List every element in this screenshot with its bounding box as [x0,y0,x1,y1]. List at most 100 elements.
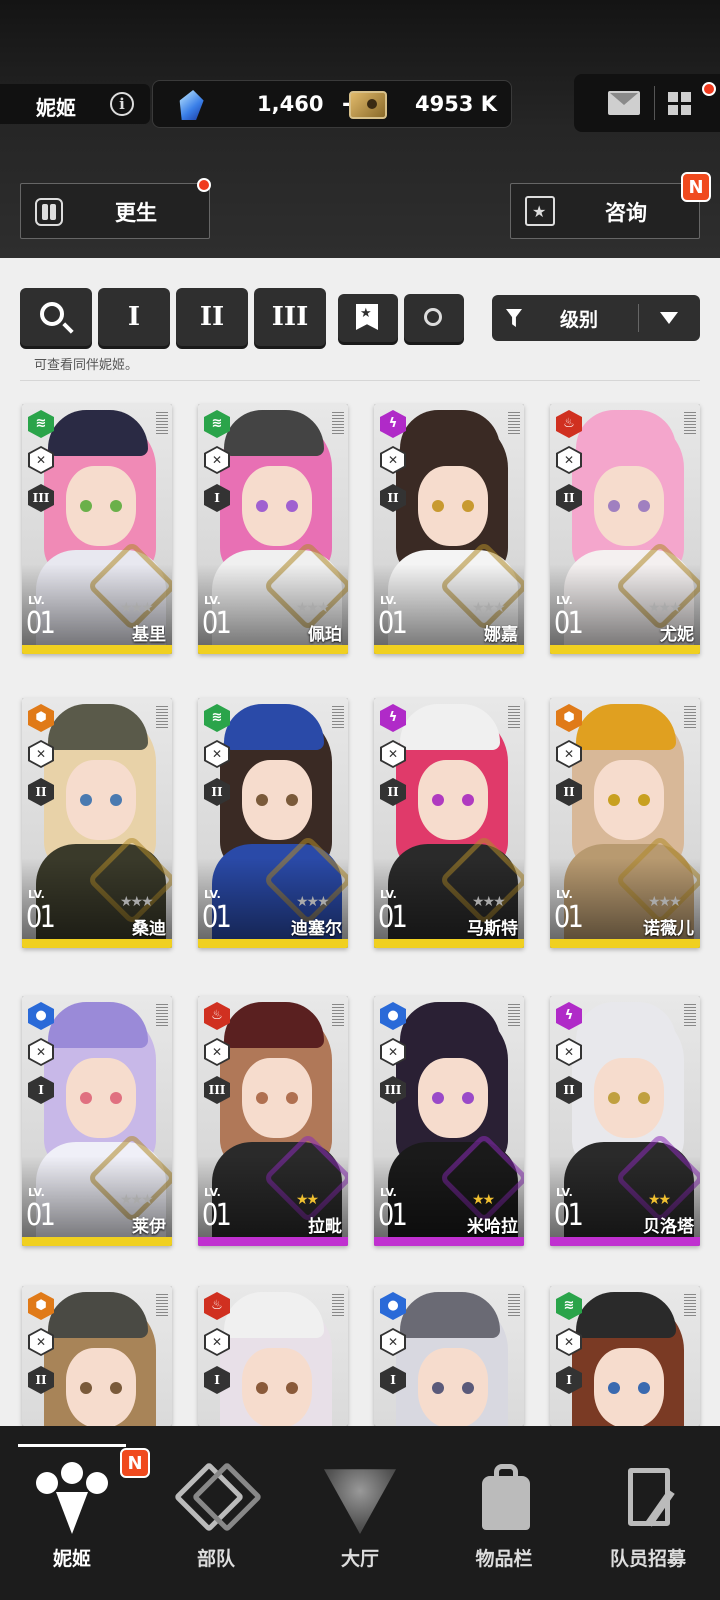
mail-icon[interactable] [608,91,640,115]
star-rating: ★★ [648,1192,671,1208]
nav-label: 大厅 [340,1548,379,1570]
rarity-bar [550,645,700,654]
gem-count: 1,460 [257,92,324,116]
favorite-filter-button[interactable] [338,294,398,342]
new-badge: N [681,172,711,202]
currency-bar: 1,460 + 4953 K [152,80,512,128]
inventory-icon [468,1462,540,1534]
barcode-icon [156,412,168,434]
character-card[interactable]: ≋ ✕ I ★★★ LV. 01 佩珀 [198,404,348,654]
character-card[interactable]: ⬢ ✕ II ★★★ LV. 01 桑迪 [22,698,172,948]
menu-grid-icon[interactable] [668,92,692,116]
character-card[interactable]: ♨ ✕ II ★★★ LV. 01 尤妮 [550,404,700,654]
top-right-menu [574,74,720,132]
hint-text: 可查看同伴妮姬。 [34,358,139,373]
credit-count: 4953 K [414,92,497,116]
level-value: 01 [26,606,56,641]
character-name: 迪塞尔 [291,919,342,939]
consult-label: 咨询 [605,201,647,225]
rarity-bar [22,645,172,654]
filter-funnel-icon [506,309,522,327]
page-title-tag: 妮姬 i [0,84,150,124]
rarity-bar [198,939,348,948]
rarity-bar [374,1237,524,1246]
recruit-icon [612,1462,684,1534]
barcode-icon [684,412,696,434]
character-name: 诺薇儿 [643,919,694,939]
character-card[interactable]: ♨ ✕ III ★★ LV. 01 拉毗 [198,996,348,1246]
character-card[interactable]: ≋ ✕ II ★★★ LV. 01 迪塞尔 [198,698,348,948]
barcode-icon [332,1004,344,1026]
bottom-nav: N 妮姬 部队 大厅 物品栏 队员招募 [0,1426,720,1600]
character-card[interactable]: ≋ ✕ III ★★★ LV. 01 基里 [22,404,172,654]
search-icon [40,302,64,326]
star-rating: ★★★ [296,894,330,910]
character-card[interactable]: ● ✕ III ★★ LV. 01 米哈拉 [374,996,524,1246]
rarity-bar [198,1237,348,1246]
filter-burst-2[interactable]: II [176,288,248,346]
barcode-icon [332,412,344,434]
barcode-icon [508,412,520,434]
rarity-bar [22,1237,172,1246]
nav-label: 部队 [196,1548,235,1570]
sort-label: 级别 [560,309,599,331]
credit-card-icon [349,91,387,119]
barcode-icon [156,1294,168,1316]
character-card[interactable]: ⬢ ✕ II ★★★ LV. 01 诺薇儿 [550,698,700,948]
nav-recruit[interactable]: 队员招募 [576,1426,720,1600]
calendar-icon [525,196,555,226]
level-value: 01 [554,900,584,935]
character-name: 莱伊 [132,1217,166,1237]
character-name: 米哈拉 [467,1217,518,1237]
level-value: 01 [202,606,232,641]
rarity-bar [22,939,172,948]
barcode-icon [684,1004,696,1026]
barcode-icon [684,1294,696,1316]
nav-nikke[interactable]: N 妮姬 [0,1426,150,1600]
barcode-icon [332,1294,344,1316]
rebirth-button[interactable]: 更生 [20,178,211,239]
barcode-icon [508,1294,520,1316]
character-name: 尤妮 [660,625,694,645]
character-name: 佩珀 [308,625,342,645]
character-card[interactable]: ϟ ✕ II ★★★ LV. 01 马斯特 [374,698,524,948]
barcode-icon [332,706,344,728]
level-value: 01 [26,1198,56,1233]
lobby-icon [324,1469,396,1534]
star-rating: ★★★ [120,894,154,910]
nav-inventory[interactable]: 物品栏 [432,1426,576,1600]
barcode-icon [508,706,520,728]
star-rating: ★★★ [120,600,154,616]
character-card[interactable]: ϟ ✕ II ★★ LV. 01 贝洛塔 [550,996,700,1246]
character-name: 马斯特 [467,919,518,939]
gem-icon [177,90,205,120]
misc-filter-button[interactable] [404,294,464,342]
star-rating: ★★★ [296,600,330,616]
page-title: 妮姬 [36,96,76,120]
character-name: 桑迪 [132,919,166,939]
star-rating: ★★★ [648,894,682,910]
character-list-panel: I II III 级别 可查看同伴妮姬。 ≋ ✕ [0,258,720,1426]
search-button[interactable] [20,288,92,346]
level-value: 01 [378,1198,408,1233]
info-icon[interactable]: i [110,92,134,116]
divider [20,380,700,381]
nav-squad[interactable]: 部队 [144,1426,288,1600]
filter-burst-3[interactable]: III [254,288,326,346]
level-value: 01 [554,606,584,641]
character-card[interactable]: ≋ ✕ I [550,1286,700,1426]
rebirth-label: 更生 [115,201,157,225]
nikke-icon [36,1462,108,1534]
character-card[interactable]: ● ✕ I ★★★ LV. 01 莱伊 [22,996,172,1246]
character-card[interactable]: ⬢ ✕ II [22,1286,172,1426]
character-card[interactable]: ϟ ✕ II ★★★ LV. 01 娜嘉 [374,404,524,654]
level-value: 01 [554,1198,584,1233]
character-name: 拉毗 [308,1217,342,1237]
level-value: 01 [378,900,408,935]
consult-button[interactable]: 咨询 N [510,172,711,239]
filter-burst-1[interactable]: I [98,288,170,346]
character-card[interactable]: ♨ ✕ I [198,1286,348,1426]
sort-dropdown[interactable]: 级别 [492,295,700,341]
character-card[interactable]: ● ✕ I [374,1286,524,1426]
nav-lobby[interactable]: 大厅 [288,1426,432,1600]
